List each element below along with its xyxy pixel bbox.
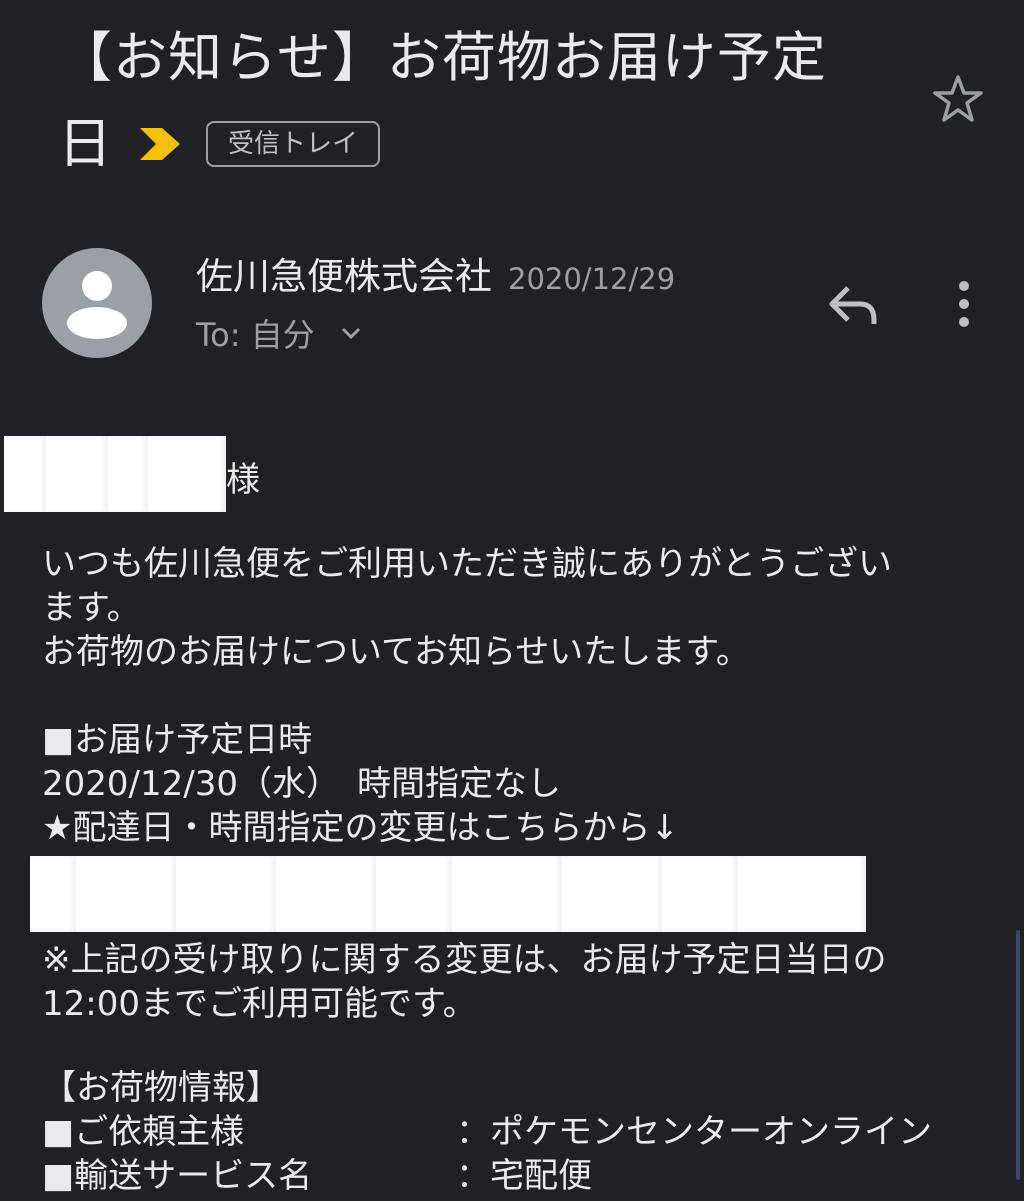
person-avatar-icon xyxy=(67,271,127,339)
redacted-recipient-name xyxy=(4,436,226,512)
importance-marker-icon[interactable] xyxy=(138,124,182,164)
sender-row: 佐川急便株式会社 2020/12/29 xyxy=(196,246,675,300)
delivery-datetime: 2020/12/30（水） 時間指定なし xyxy=(42,764,561,804)
more-vert-icon[interactable] xyxy=(946,278,982,330)
scrollbar[interactable] xyxy=(1016,930,1020,1180)
info-value: ：ポケモンセンターオンライン xyxy=(456,1112,932,1152)
label-chip-inbox[interactable]: 受信トレイ xyxy=(206,121,381,167)
sender-avatar[interactable] xyxy=(42,248,152,358)
info-row-sender: ■ご依頼主様 ：ポケモンセンターオンライン xyxy=(42,1110,932,1154)
info-heading: 【お荷物情報】 xyxy=(42,1068,280,1108)
body-line: ます。 xyxy=(42,588,141,628)
info-key: ■輸送サービス名 xyxy=(42,1156,313,1196)
change-note: ★配達日・時間指定の変更はこちらから↓ xyxy=(42,808,679,848)
sender-name[interactable]: 佐川急便株式会社 xyxy=(196,246,492,300)
to-label: To: 自分 xyxy=(196,316,315,354)
body-line: お荷物のお届けについてお知らせいたします。 xyxy=(42,632,750,672)
info-value: ：宅配便 xyxy=(456,1156,592,1196)
notice-line: 12:00までご利用可能です。 xyxy=(42,984,477,1024)
reply-icon[interactable] xyxy=(826,280,880,330)
info-row-service: ■輸送サービス名 ：宅配便 xyxy=(42,1154,592,1198)
email-date: 2020/12/29 xyxy=(508,262,676,296)
email-subject: 【お知らせ】お荷物お届け予定 xyxy=(58,26,827,89)
delivery-heading: ■お届け予定日時 xyxy=(42,720,313,760)
chevron-down-icon[interactable] xyxy=(339,321,363,345)
info-key: ■ご依頼主様 xyxy=(42,1112,245,1152)
notice-line: ※上記の受け取りに関する変更は、お届け予定日当日の xyxy=(42,940,887,980)
subject-line2: 日 受信トレイ xyxy=(58,104,381,184)
salutation-suffix: 様 xyxy=(226,460,260,500)
star-icon[interactable] xyxy=(930,72,986,128)
email-subject-continued: 日 xyxy=(58,112,112,175)
recipient-details-toggle[interactable]: To: 自分 xyxy=(196,310,363,356)
body-line: いつも佐川急便をご利用いただき誠にありがとうござい xyxy=(42,544,892,584)
redacted-change-link[interactable] xyxy=(30,856,866,932)
